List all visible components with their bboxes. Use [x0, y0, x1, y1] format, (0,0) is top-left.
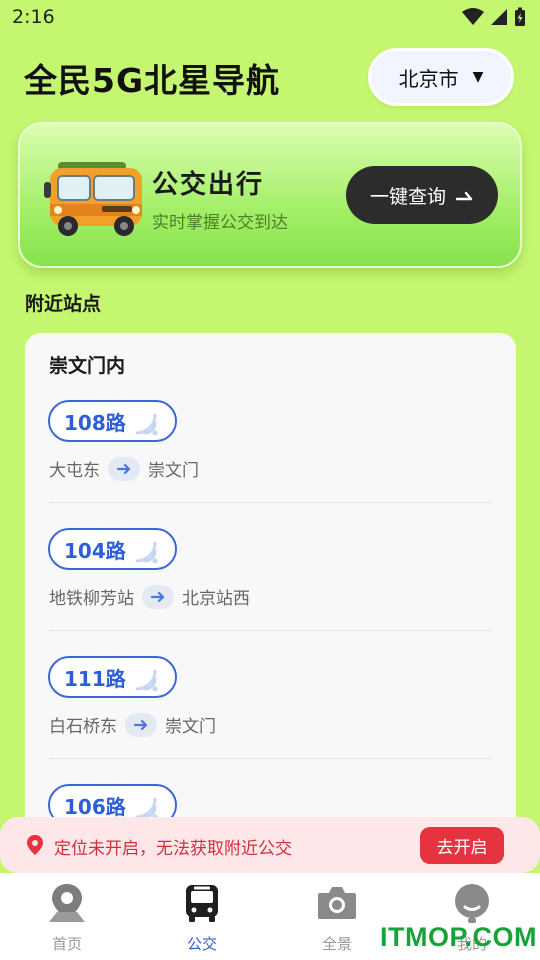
route-name: 111路	[64, 666, 126, 691]
nav-label-home: 首页	[51, 935, 82, 953]
route-name: 108路	[64, 410, 126, 435]
route-to: 北京站西	[182, 589, 250, 609]
route-direction: 大屯东 崇文门	[49, 456, 199, 481]
toast-message: 定位未开启，无法获取附近公交	[54, 839, 292, 859]
route-from: 白石桥东	[49, 717, 117, 737]
route-pill[interactable]: 108路	[48, 400, 177, 442]
route-pill[interactable]: 104路	[48, 528, 177, 570]
route-pill[interactable]: 111路	[48, 656, 177, 698]
station-card: 崇文门内 108路 大屯东 崇文门 104路 地铁柳芳站 北京站西 111路 白…	[25, 333, 516, 893]
realtime-signal-icon	[135, 413, 158, 436]
divider	[49, 758, 492, 759]
route-from: 地铁柳芳站	[49, 589, 134, 609]
battery-icon	[515, 7, 525, 26]
location-disabled-toast: 定位未开启，无法获取附近公交 去开启	[0, 817, 540, 873]
status-bar: 2:16	[0, 0, 540, 36]
route-name: 106路	[64, 794, 126, 819]
route-direction: 白石桥东 崇文门	[49, 712, 216, 737]
route-name: 104路	[64, 538, 126, 563]
one-click-query-button[interactable]: 一键查询	[346, 166, 498, 224]
location-pin-icon	[27, 835, 43, 855]
camera-icon	[315, 881, 359, 925]
nav-item-panorama[interactable]: 全景	[292, 881, 382, 955]
divider	[49, 502, 492, 503]
status-icons	[462, 7, 526, 27]
route-direction: 地铁柳芳站 北京站西	[49, 584, 250, 609]
status-time: 2:16	[12, 6, 55, 28]
cell-signal-icon	[491, 9, 507, 25]
bus-icon	[180, 881, 224, 925]
route-to: 崇文门	[148, 461, 199, 481]
divider	[49, 630, 492, 631]
app-title: 全民5G北星导航	[24, 61, 281, 100]
banner-title: 公交出行	[152, 170, 265, 200]
query-button-label: 一键查询	[369, 185, 446, 208]
arrow-right-icon	[108, 456, 140, 481]
station-name: 崇文门内	[49, 355, 126, 377]
bus-illustration-icon	[44, 162, 142, 236]
caret-down-icon: ▼	[472, 69, 484, 85]
city-selector-button[interactable]: 北京市 ▼	[368, 48, 514, 106]
banner-subtitle: 实时掌握公交到达	[152, 213, 288, 233]
profile-icon	[450, 881, 494, 925]
site-watermark: ITMOP.COM	[380, 922, 538, 952]
city-label: 北京市	[398, 66, 459, 91]
route-item[interactable]: 111路 白石桥东 崇文门	[25, 656, 516, 784]
route-from: 大屯东	[49, 461, 100, 481]
arrow-right-icon	[142, 584, 174, 609]
route-item[interactable]: 104路 地铁柳芳站 北京站西	[25, 528, 516, 656]
arrow-return-icon	[456, 191, 473, 201]
realtime-signal-icon	[135, 541, 158, 564]
wifi-icon	[462, 8, 484, 25]
arrow-right-icon	[125, 712, 157, 737]
realtime-signal-icon	[135, 669, 158, 692]
nearby-stations-title: 附近站点	[25, 293, 102, 315]
nav-item-bus[interactable]: 公交	[157, 881, 247, 955]
bus-travel-banner: 公交出行 实时掌握公交到达 一键查询	[18, 122, 522, 268]
nav-item-home[interactable]: 首页	[22, 881, 112, 955]
location-pin-icon	[45, 881, 89, 925]
nav-label-bus: 公交	[186, 935, 217, 953]
route-to: 崇文门	[165, 717, 216, 737]
nav-label-panorama: 全景	[321, 935, 352, 953]
enable-location-button[interactable]: 去开启	[420, 827, 504, 864]
route-item[interactable]: 108路 大屯东 崇文门	[25, 400, 516, 528]
